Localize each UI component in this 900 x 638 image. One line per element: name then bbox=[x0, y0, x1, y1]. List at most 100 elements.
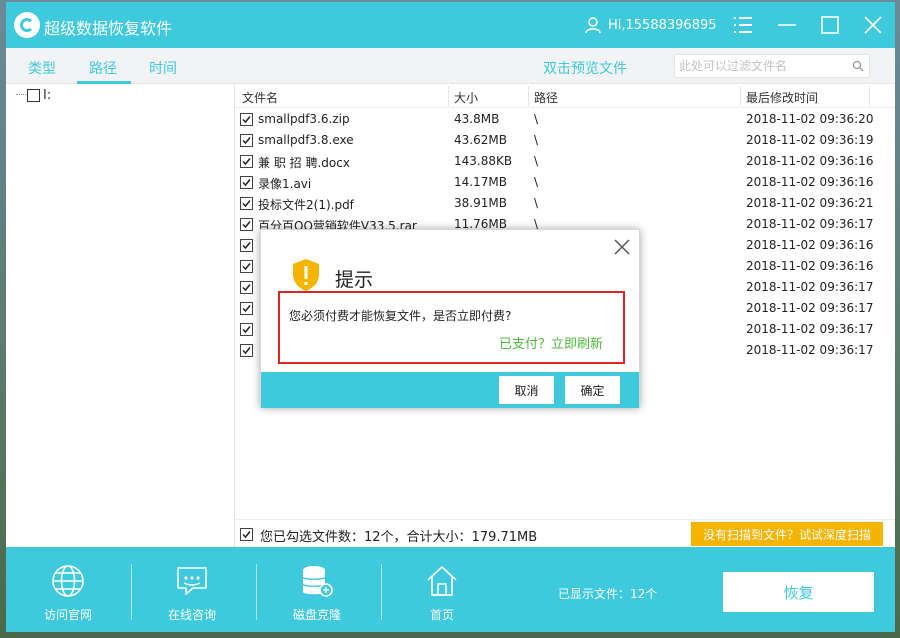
cell-modified: 2018-11-02 09:36:16 bbox=[746, 238, 874, 252]
nav-visit-website[interactable]: 访问官网 bbox=[8, 547, 128, 632]
tree-root-label[interactable]: I: bbox=[43, 88, 51, 103]
filter-input[interactable] bbox=[679, 57, 839, 75]
home-icon bbox=[427, 566, 457, 596]
user-name[interactable]: Hi,15588396895 bbox=[608, 18, 717, 33]
table-row[interactable]: smallpdf3.6.zip 43.8MB \ 2018-11-02 09:3… bbox=[236, 109, 895, 130]
chat-icon bbox=[177, 567, 207, 595]
cell-modified: 2018-11-02 09:36:17 bbox=[746, 280, 874, 294]
cell-modified: 2018-11-02 09:36:19 bbox=[746, 133, 874, 147]
nav-label: 首页 bbox=[429, 608, 454, 622]
cancel-button[interactable]: 取消 bbox=[499, 376, 554, 404]
app-window: 超级数据恢复软件 Hi,15588396895 类型 路径 时间 双击预览文件 … bbox=[6, 2, 895, 632]
tree-checkbox[interactable] bbox=[27, 89, 40, 102]
row-checkbox[interactable] bbox=[240, 323, 253, 336]
column-divider[interactable] bbox=[448, 86, 449, 106]
dialog-message: 您必须付费才能恢复文件，是否立即付费? bbox=[289, 309, 512, 323]
tab-type[interactable]: 类型 bbox=[28, 58, 56, 78]
header-modified[interactable]: 最后修改时间 bbox=[746, 89, 818, 106]
cell-size: 43.62MB bbox=[454, 133, 507, 147]
cell-path: \ bbox=[534, 175, 539, 189]
table-row[interactable]: 兼 职 招 聘.docx 143.88KB \ 2018-11-02 09:36… bbox=[236, 151, 895, 172]
cell-path: \ bbox=[534, 196, 539, 210]
cell-name: 投标文件2(1).pdf bbox=[258, 198, 354, 212]
close-icon[interactable] bbox=[862, 14, 884, 36]
cell-path: \ bbox=[534, 154, 539, 168]
table-row[interactable]: 投标文件2(1).pdf 38.91MB \ 2018-11-02 09:36:… bbox=[236, 193, 895, 214]
dialog-title: 提示 bbox=[335, 269, 374, 291]
column-divider[interactable] bbox=[528, 86, 529, 106]
title-bar: 超级数据恢复软件 Hi,15588396895 bbox=[6, 2, 895, 48]
nav-disk-clone[interactable]: 磁盘克隆 bbox=[257, 547, 377, 632]
bottom-bar: 访问官网 在线咨询 磁盘克隆 首页 已显示文件：12个 恢复 bbox=[6, 547, 895, 632]
header-name[interactable]: 文件名 bbox=[242, 89, 278, 106]
nav-label: 访问官网 bbox=[43, 608, 92, 622]
cell-modified: 2018-11-02 09:36:17 bbox=[746, 343, 874, 357]
cell-size: 14.17MB bbox=[454, 175, 507, 189]
row-checkbox[interactable] bbox=[240, 344, 253, 357]
table-row[interactable]: 录像1.avi 14.17MB \ 2018-11-02 09:36:16 bbox=[236, 172, 895, 193]
table-header: 文件名 大小 路径 最后修改时间 bbox=[236, 84, 895, 108]
selection-summary: 您已勾选文件数：12个，合计大小：179.71MB 没有扫描到文件？试试深度扫描 bbox=[236, 519, 895, 547]
select-all-checkbox[interactable] bbox=[240, 528, 253, 541]
row-checkbox[interactable] bbox=[240, 134, 253, 147]
search-icon[interactable] bbox=[852, 60, 864, 72]
globe-icon bbox=[52, 565, 84, 597]
disk-clone-icon bbox=[302, 566, 333, 597]
payment-prompt-dialog: 提示 您必须付费才能恢复文件，是否立即付费? 已支付？立即刷新 取消 确定 bbox=[260, 229, 640, 408]
header-path[interactable]: 路径 bbox=[534, 89, 558, 106]
cell-modified: 2018-11-02 09:36:17 bbox=[746, 301, 874, 315]
row-checkbox[interactable] bbox=[240, 113, 253, 126]
cell-size: 143.88KB bbox=[454, 154, 513, 168]
cell-modified: 2018-11-02 09:36:17 bbox=[746, 322, 874, 336]
recover-button[interactable]: 恢复 bbox=[723, 572, 874, 612]
cell-modified: 2018-11-02 09:36:20 bbox=[746, 112, 874, 126]
cell-modified: 2018-11-02 09:36:21 bbox=[746, 196, 874, 210]
dialog-footer: 取消 确定 bbox=[261, 372, 639, 408]
row-checkbox[interactable] bbox=[240, 155, 253, 168]
table-row[interactable]: smallpdf3.8.exe 43.62MB \ 2018-11-02 09:… bbox=[236, 130, 895, 151]
shield-warning-icon bbox=[293, 259, 319, 291]
cell-size: 38.91MB bbox=[454, 196, 507, 210]
filter-box bbox=[674, 54, 870, 78]
app-logo-icon bbox=[14, 12, 40, 38]
preview-hint: 双击预览文件 bbox=[543, 61, 627, 77]
minimize-icon[interactable] bbox=[776, 14, 798, 36]
close-icon[interactable] bbox=[613, 238, 631, 256]
highlight-box bbox=[278, 291, 625, 364]
view-tabs-bar: 类型 路径 时间 双击预览文件 bbox=[6, 48, 895, 84]
nav-home[interactable]: 首页 bbox=[382, 547, 502, 632]
cell-modified: 2018-11-02 09:36:16 bbox=[746, 259, 874, 273]
menu-icon[interactable] bbox=[732, 14, 754, 36]
row-checkbox[interactable] bbox=[240, 239, 253, 252]
paid-refresh-link[interactable]: 已支付？立即刷新 bbox=[499, 333, 603, 352]
tab-time[interactable]: 时间 bbox=[149, 58, 177, 78]
cell-size: 43.8MB bbox=[454, 112, 500, 126]
cell-path: \ bbox=[534, 112, 539, 126]
selection-summary-text: 您已勾选文件数：12个，合计大小：179.71MB bbox=[260, 530, 538, 545]
tab-path[interactable]: 路径 bbox=[89, 58, 117, 78]
cell-name: smallpdf3.8.exe bbox=[258, 133, 354, 147]
app-title: 超级数据恢复软件 bbox=[44, 19, 173, 38]
column-divider[interactable] bbox=[869, 86, 870, 106]
row-checkbox[interactable] bbox=[240, 302, 253, 315]
user-icon[interactable] bbox=[584, 16, 602, 34]
header-size[interactable]: 大小 bbox=[454, 89, 478, 106]
row-checkbox[interactable] bbox=[240, 281, 253, 294]
cell-modified: 2018-11-02 09:36:17 bbox=[746, 217, 874, 231]
row-checkbox[interactable] bbox=[240, 197, 253, 210]
maximize-icon[interactable] bbox=[819, 14, 841, 36]
cell-name: 兼 职 招 聘.docx bbox=[258, 156, 350, 170]
deep-scan-button[interactable]: 没有扫描到文件？试试深度扫描 bbox=[691, 522, 883, 546]
nav-label: 在线咨询 bbox=[167, 608, 216, 622]
row-checkbox[interactable] bbox=[240, 260, 253, 273]
column-divider[interactable] bbox=[740, 86, 741, 106]
cell-modified: 2018-11-02 09:36:16 bbox=[746, 154, 874, 168]
cell-path: \ bbox=[534, 133, 539, 147]
confirm-button[interactable]: 确定 bbox=[565, 376, 620, 404]
shown-file-count: 已显示文件：12个 bbox=[558, 587, 658, 601]
row-checkbox[interactable] bbox=[240, 218, 253, 231]
cell-name: 录像1.avi bbox=[258, 177, 312, 191]
row-checkbox[interactable] bbox=[240, 176, 253, 189]
nav-online-chat[interactable]: 在线咨询 bbox=[132, 547, 252, 632]
nav-label: 磁盘克隆 bbox=[292, 608, 341, 622]
